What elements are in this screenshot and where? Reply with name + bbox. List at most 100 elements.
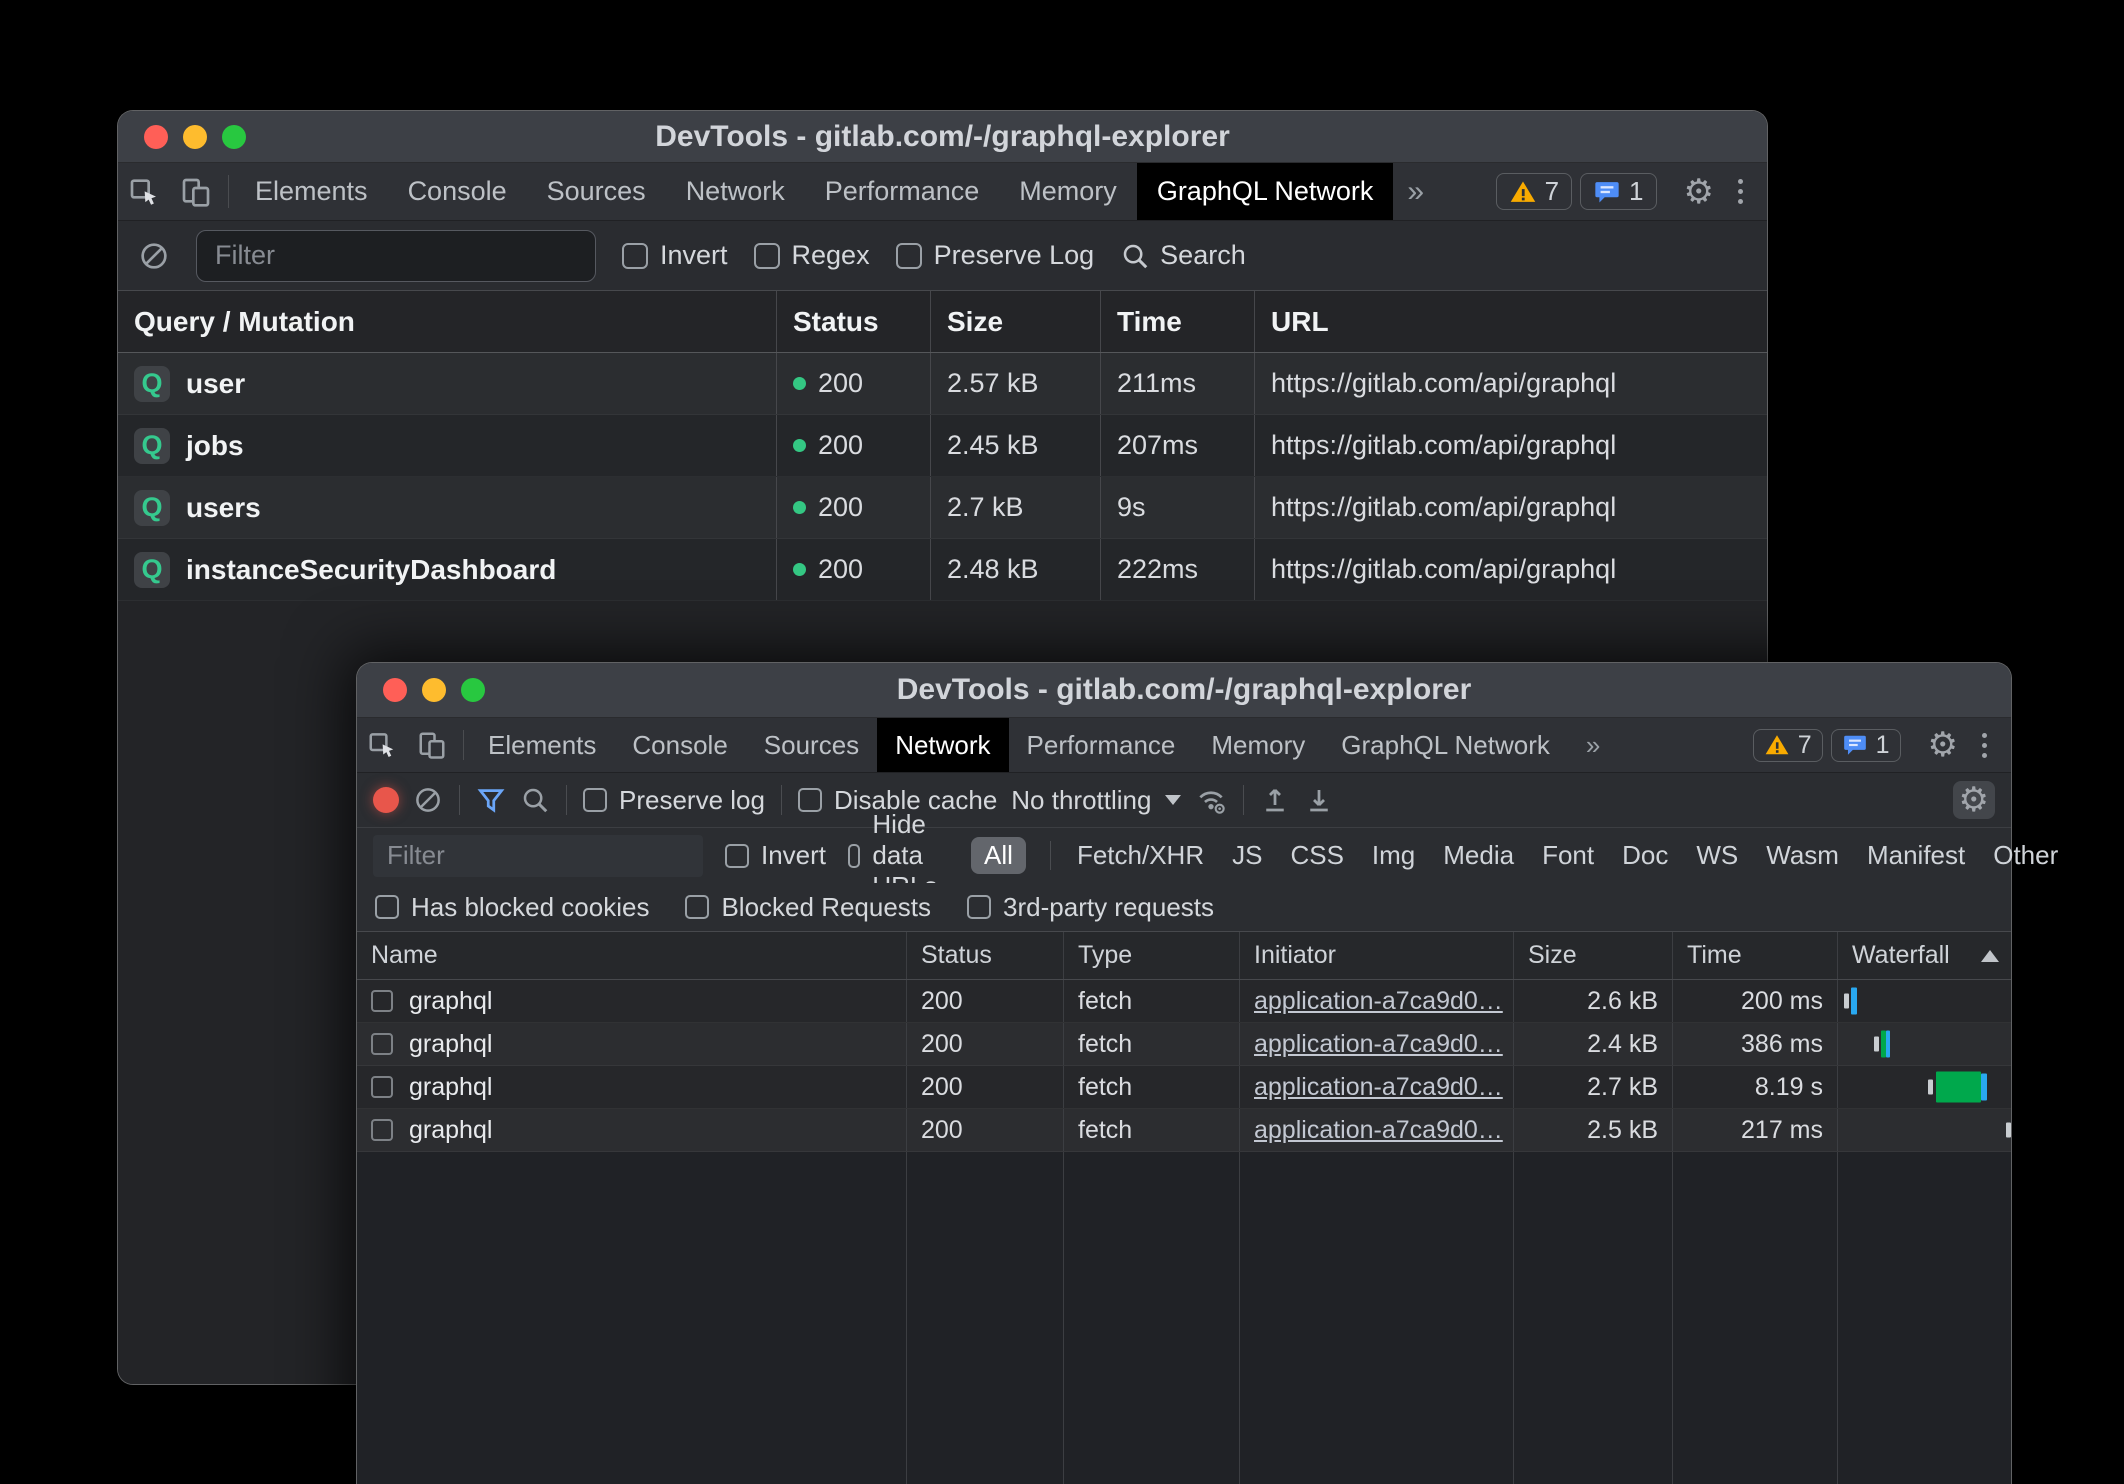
minimize-button[interactable] xyxy=(422,678,446,702)
tab-graphql-network[interactable]: GraphQL Network xyxy=(1137,163,1394,220)
initiator-link[interactable]: application-a7ca9d0… xyxy=(1254,1116,1503,1145)
column-header-time[interactable]: Time xyxy=(1100,291,1254,352)
row-checkbox[interactable] xyxy=(371,1033,393,1055)
invert-checkbox[interactable]: Invert xyxy=(725,840,826,871)
inspect-element-icon[interactable] xyxy=(118,163,170,220)
preserve-log-checkbox[interactable]: Preserve Log xyxy=(896,240,1095,271)
column-header-initiator[interactable]: Initiator xyxy=(1239,932,1513,979)
zoom-button[interactable] xyxy=(222,125,246,149)
tab-performance[interactable]: Performance xyxy=(1009,718,1194,772)
zoom-button[interactable] xyxy=(461,678,485,702)
search-toggle[interactable]: Search xyxy=(1120,240,1246,271)
tab-sources[interactable]: Sources xyxy=(746,718,877,772)
tab-sources[interactable]: Sources xyxy=(527,163,666,220)
filter-type-css[interactable]: CSS xyxy=(1288,837,1345,874)
filter-type-font[interactable]: Font xyxy=(1540,837,1596,874)
column-header-time[interactable]: Time xyxy=(1672,932,1837,979)
column-header-waterfall[interactable]: Waterfall xyxy=(1837,932,2013,979)
filter-type-wasm[interactable]: Wasm xyxy=(1764,837,1841,874)
blocked-requests-checkbox[interactable]: Blocked Requests xyxy=(685,892,931,923)
titlebar[interactable]: DevTools - gitlab.com/-/graphql-explorer xyxy=(118,111,1767,163)
network-settings-button[interactable]: ⚙ xyxy=(1953,781,1995,819)
row-checkbox[interactable] xyxy=(371,1076,393,1098)
filter-type-fetch-xhr[interactable]: Fetch/XHR xyxy=(1075,837,1206,874)
request-row[interactable]: graphql 200 fetch application-a7ca9d0… 2… xyxy=(357,1023,2011,1066)
import-har-icon[interactable] xyxy=(1260,785,1290,815)
row-checkbox[interactable] xyxy=(371,1119,393,1141)
device-toolbar-icon[interactable] xyxy=(407,718,457,772)
filter-input[interactable] xyxy=(373,835,703,877)
inspect-element-icon[interactable] xyxy=(357,718,407,772)
initiator-link[interactable]: application-a7ca9d0… xyxy=(1254,1030,1503,1059)
warnings-badge[interactable]: 7 xyxy=(1496,173,1572,210)
request-row[interactable]: graphql 200 fetch application-a7ca9d0… 2… xyxy=(357,1109,2011,1152)
more-tabs-icon[interactable]: » xyxy=(1568,718,1618,772)
filter-type-doc[interactable]: Doc xyxy=(1620,837,1670,874)
table-row[interactable]: QinstanceSecurityDashboard 200 2.48 kB 2… xyxy=(118,539,1767,601)
record-button[interactable] xyxy=(373,787,399,813)
initiator-link[interactable]: application-a7ca9d0… xyxy=(1254,987,1503,1016)
column-header-url[interactable]: URL xyxy=(1254,291,1767,352)
initiator-link[interactable]: application-a7ca9d0… xyxy=(1254,1073,1503,1102)
filter-type-js[interactable]: JS xyxy=(1230,837,1264,874)
close-button[interactable] xyxy=(383,678,407,702)
row-checkbox[interactable] xyxy=(371,990,393,1012)
more-options-icon[interactable] xyxy=(1968,733,2001,758)
table-row[interactable]: Qusers 200 2.7 kB 9s https://gitlab.com/… xyxy=(118,477,1767,539)
tab-memory[interactable]: Memory xyxy=(1193,718,1323,772)
warnings-badge[interactable]: 7 xyxy=(1753,729,1823,762)
filter-type-manifest[interactable]: Manifest xyxy=(1865,837,1967,874)
table-row[interactable]: Quser 200 2.57 kB 211ms https://gitlab.c… xyxy=(118,353,1767,415)
settings-gear-icon[interactable]: ⚙ xyxy=(1918,728,1968,762)
waterfall-cell xyxy=(1837,1066,2013,1108)
tab-memory[interactable]: Memory xyxy=(999,163,1137,220)
titlebar[interactable]: DevTools - gitlab.com/-/graphql-explorer xyxy=(357,663,2011,718)
tab-console[interactable]: Console xyxy=(614,718,745,772)
minimize-button[interactable] xyxy=(183,125,207,149)
preserve-log-checkbox[interactable]: Preserve log xyxy=(583,785,765,816)
clear-icon[interactable] xyxy=(413,785,443,815)
invert-checkbox[interactable]: Invert xyxy=(622,240,728,271)
filter-type-all[interactable]: All xyxy=(971,837,1026,874)
tab-elements[interactable]: Elements xyxy=(470,718,614,772)
regex-checkbox[interactable]: Regex xyxy=(754,240,870,271)
filter-type-ws[interactable]: WS xyxy=(1694,837,1740,874)
network-conditions-icon[interactable] xyxy=(1195,784,1227,816)
tab-elements[interactable]: Elements xyxy=(235,163,388,220)
request-row[interactable]: graphql 200 fetch application-a7ca9d0… 2… xyxy=(357,980,2011,1023)
column-header-name[interactable]: Name xyxy=(357,932,906,979)
clear-icon[interactable] xyxy=(138,240,170,272)
url-cell: https://gitlab.com/api/graphql xyxy=(1254,477,1767,538)
more-options-icon[interactable] xyxy=(1724,179,1757,204)
toolbar-right-cluster: 7 1 ⚙ xyxy=(1492,163,1767,220)
column-header-status[interactable]: Status xyxy=(776,291,930,352)
column-header-size[interactable]: Size xyxy=(930,291,1100,352)
close-button[interactable] xyxy=(144,125,168,149)
third-party-requests-checkbox[interactable]: 3rd-party requests xyxy=(967,892,1214,923)
search-icon[interactable] xyxy=(520,785,550,815)
column-header-size[interactable]: Size xyxy=(1513,932,1672,979)
filter-type-media[interactable]: Media xyxy=(1441,837,1516,874)
column-header-status[interactable]: Status xyxy=(906,932,1063,979)
table-row[interactable]: Qjobs 200 2.45 kB 207ms https://gitlab.c… xyxy=(118,415,1767,477)
request-row[interactable]: graphql 200 fetch application-a7ca9d0… 2… xyxy=(357,1066,2011,1109)
tab-graphql-network[interactable]: GraphQL Network xyxy=(1323,718,1568,772)
column-header-type[interactable]: Type xyxy=(1063,932,1239,979)
issues-badge[interactable]: 1 xyxy=(1831,729,1901,762)
tab-network[interactable]: Network xyxy=(877,718,1008,772)
export-har-icon[interactable] xyxy=(1304,785,1334,815)
throttling-dropdown[interactable]: No throttling xyxy=(1011,785,1181,816)
tab-network[interactable]: Network xyxy=(666,163,805,220)
column-header-query-mutation[interactable]: Query / Mutation xyxy=(118,291,776,352)
filter-type-other[interactable]: Other xyxy=(1991,837,2060,874)
device-toolbar-icon[interactable] xyxy=(170,163,222,220)
filter-type-img[interactable]: Img xyxy=(1370,837,1417,874)
filter-input[interactable] xyxy=(196,230,596,282)
settings-gear-icon[interactable]: ⚙ xyxy=(1674,175,1724,209)
tab-console[interactable]: Console xyxy=(388,163,527,220)
tab-performance[interactable]: Performance xyxy=(805,163,1000,220)
has-blocked-cookies-checkbox[interactable]: Has blocked cookies xyxy=(375,892,649,923)
issues-badge[interactable]: 1 xyxy=(1580,173,1656,210)
more-tabs-icon[interactable]: » xyxy=(1393,163,1438,220)
filter-funnel-icon[interactable] xyxy=(476,785,506,815)
